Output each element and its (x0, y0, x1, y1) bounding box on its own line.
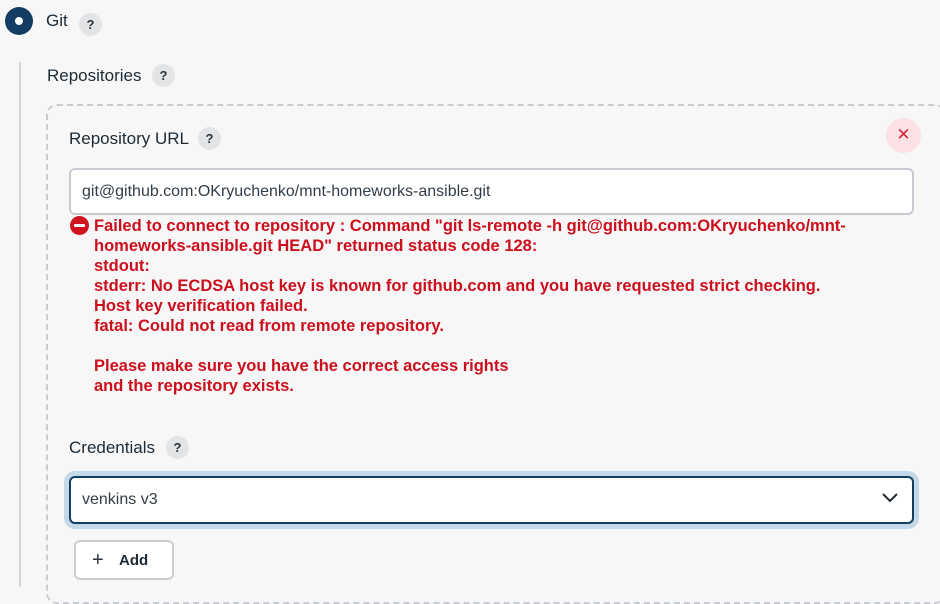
error-line: fatal: Could not read from remote reposi… (94, 317, 444, 335)
git-radio-icon[interactable] (5, 7, 33, 35)
credentials-label: Credentials (69, 438, 155, 457)
add-credentials-button[interactable]: + Add (74, 540, 174, 580)
repositories-help-icon[interactable]: ? (152, 64, 175, 87)
git-option-label[interactable]: Git (46, 10, 68, 32)
section-divider (19, 62, 21, 587)
error-line: and the repository exists. (94, 377, 294, 395)
credentials-select[interactable]: venkins v3 (69, 476, 914, 524)
git-help-icon[interactable]: ? (79, 13, 102, 36)
repository-url-help-icon[interactable]: ? (198, 127, 221, 150)
error-line: homeworks-ansible.git HEAD" returned sta… (94, 237, 538, 255)
repository-url-label: Repository URL (69, 129, 189, 148)
credentials-help-icon[interactable]: ? (166, 436, 189, 459)
delete-repository-button[interactable]: ✕ (886, 118, 921, 153)
error-icon (70, 216, 89, 235)
repository-url-input[interactable] (69, 168, 914, 215)
error-line: Failed to connect to repository : Comman… (94, 217, 846, 235)
credentials-selected-value: venkins v3 (82, 491, 158, 508)
error-line: stdout: (94, 257, 150, 275)
repositories-label: Repositories (47, 66, 142, 85)
error-line: Host key verification failed. (94, 297, 308, 315)
error-line: Please make sure you have the correct ac… (94, 357, 509, 375)
chevron-down-icon (882, 493, 898, 503)
add-button-label: Add (119, 552, 149, 569)
plus-icon: + (92, 549, 104, 571)
error-line: stderr: No ECDSA host key is known for g… (94, 277, 821, 295)
error-line (94, 336, 894, 356)
connection-error-message: Failed to connect to repository : Comman… (94, 216, 894, 396)
